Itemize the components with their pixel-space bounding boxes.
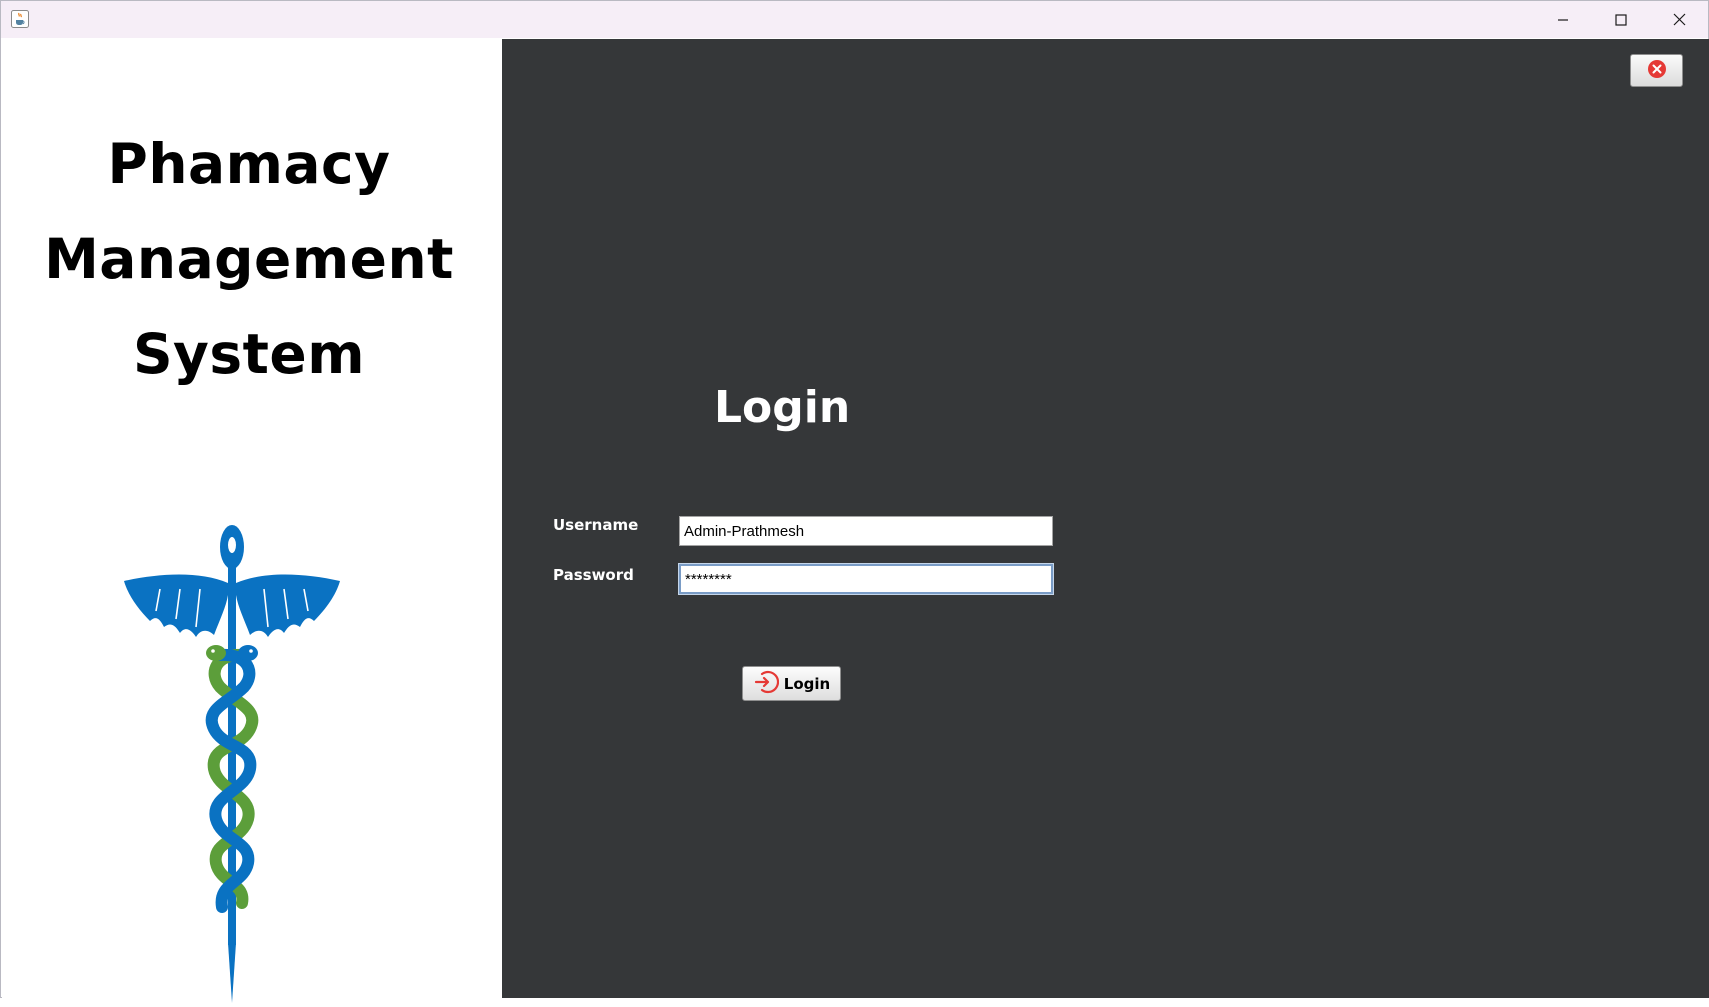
- login-panel: Login Username Password Login: [502, 39, 1709, 998]
- username-label: Username: [553, 516, 639, 534]
- minimize-icon: [1557, 14, 1569, 26]
- app-title-line-2: Management: [44, 227, 454, 291]
- login-heading: Login: [714, 382, 851, 433]
- username-input[interactable]: [679, 516, 1053, 546]
- red-close-icon: [1647, 59, 1667, 83]
- maximize-button[interactable]: [1592, 1, 1650, 38]
- login-arrow-icon: [753, 669, 779, 699]
- brand-panel: Phamacy Management System: [2, 39, 502, 1003]
- app-window: Phamacy Management System Login Username…: [0, 0, 1709, 1003]
- exit-button[interactable]: [1630, 54, 1683, 87]
- title-bar[interactable]: [1, 1, 1708, 38]
- login-button[interactable]: Login: [742, 666, 841, 701]
- caduceus-icon: [120, 523, 344, 1003]
- close-icon: [1673, 13, 1686, 26]
- password-input[interactable]: [679, 564, 1053, 594]
- minimize-button[interactable]: [1534, 1, 1592, 38]
- app-title-line-1: Phamacy: [107, 132, 391, 196]
- password-label: Password: [553, 566, 634, 584]
- java-cup-icon: [11, 10, 29, 28]
- app-title-line-3: System: [132, 322, 366, 386]
- login-button-label: Login: [783, 674, 831, 693]
- maximize-icon: [1615, 13, 1627, 26]
- app-title: Phamacy Management System: [2, 117, 496, 402]
- close-window-button[interactable]: [1650, 1, 1708, 38]
